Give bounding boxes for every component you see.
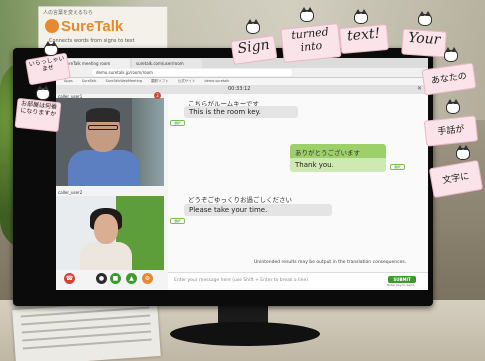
bookmark-item[interactable]: 翻訳ソフト bbox=[151, 79, 169, 84]
message-1-en: This is the room key. bbox=[184, 106, 298, 118]
cat-sticker-icon bbox=[44, 41, 58, 56]
share-icon[interactable]: ▲ bbox=[126, 273, 137, 284]
bookmark-item[interactable]: SureTalkWebMeeting bbox=[106, 79, 142, 83]
cat-sticker-icon bbox=[246, 19, 260, 34]
call-controls: ☎ ● ■ ▲ ⚙ bbox=[62, 272, 162, 286]
url-field[interactable]: demo.suretalk.jp/room/room bbox=[92, 69, 292, 76]
logo-icon bbox=[45, 19, 59, 33]
address-bar: demo.suretalk.jp/room/room bbox=[56, 68, 428, 78]
sticky-note-room: お部屋は何番になりますか bbox=[14, 97, 62, 133]
app-header: 00:33:12 ✕ bbox=[56, 85, 428, 94]
bookmark-item[interactable]: Apps bbox=[64, 79, 73, 83]
sign-subtitle: Connects words from signs to text bbox=[49, 38, 135, 44]
paper-sheet bbox=[12, 300, 161, 361]
cat-sticker-icon bbox=[418, 11, 432, 26]
translate-button[interactable]: 翻訳 bbox=[170, 120, 185, 126]
call-timer: 00:33:12 bbox=[228, 86, 251, 92]
message-input-area: Enter your message here (use Shift + Ent… bbox=[168, 272, 428, 288]
person-face bbox=[94, 214, 118, 244]
message-input[interactable]: Enter your message here (use Shift + Ent… bbox=[174, 278, 308, 283]
sticky-note-shuwa: 手話が bbox=[423, 115, 479, 147]
cat-sticker-icon bbox=[36, 85, 50, 100]
notification-badge: 2 bbox=[154, 92, 161, 99]
sticky-note-text: text! bbox=[338, 23, 390, 55]
tab-secondary[interactable]: suretalk.com/user/room bbox=[132, 59, 202, 68]
person-body bbox=[80, 242, 132, 270]
submit-button[interactable]: SUBMIT bbox=[388, 276, 416, 283]
message-2-en: Thank you. bbox=[290, 158, 386, 172]
sticky-note-your: Your bbox=[401, 28, 447, 58]
cat-sticker-icon bbox=[300, 7, 314, 22]
translate-button[interactable]: 翻訳 bbox=[390, 164, 405, 170]
bookmark-item[interactable]: demo.suretalk bbox=[204, 79, 229, 83]
enter-to-send-checkbox[interactable]: Enter key to Send bbox=[387, 283, 414, 287]
sign-logo: SureTalk bbox=[61, 18, 124, 35]
video-tile-caller1 bbox=[56, 98, 164, 186]
cat-sticker-icon bbox=[446, 99, 460, 114]
person-hair bbox=[86, 108, 120, 122]
cat-sticker-icon bbox=[354, 9, 368, 24]
translate-button[interactable]: 翻訳 bbox=[170, 218, 185, 224]
monitor-stand-base bbox=[170, 322, 320, 346]
bookmarks-bar: Apps SureTalk SureTalkWebMeeting 翻訳ソフト 公… bbox=[56, 78, 428, 85]
cat-sticker-icon bbox=[444, 47, 458, 62]
microphone-icon[interactable]: ● bbox=[96, 273, 107, 284]
person-glasses bbox=[88, 125, 118, 130]
chat-panel: こちらがルームキーです This is the room key. 翻訳 ありが… bbox=[168, 94, 428, 290]
tab-active[interactable]: SureTalk meeting room bbox=[60, 59, 130, 68]
camera-icon[interactable]: ■ bbox=[110, 273, 121, 284]
sign-top-text: 人の言葉を変えるなら bbox=[43, 10, 93, 16]
caller2-label: caller_user2 bbox=[58, 190, 83, 195]
close-icon[interactable]: ✕ bbox=[417, 85, 422, 92]
video-tile-caller2 bbox=[56, 196, 164, 270]
sticky-note-turned-into: turned into bbox=[280, 23, 342, 63]
message-3-en: Please take your time. bbox=[184, 204, 332, 216]
caller1-label: caller_user1 bbox=[58, 94, 83, 99]
monitor-screen: SureTalk meeting room suretalk.com/user/… bbox=[56, 58, 428, 290]
sticky-note-moji: 文字に bbox=[428, 159, 484, 199]
hangup-icon[interactable]: ☎ bbox=[64, 273, 75, 284]
person-shirt bbox=[68, 150, 140, 186]
cat-sticker-icon bbox=[456, 145, 470, 160]
message-3-jp: どうぞごゆっくりお過ごしください bbox=[188, 196, 292, 204]
settings-icon[interactable]: ⚙ bbox=[142, 273, 153, 284]
bookmark-item[interactable]: SureTalk bbox=[82, 79, 97, 83]
photo-scene: 人の言葉を変えるなら SureTalk Connects words from … bbox=[0, 0, 485, 361]
translation-warning: Unintended results may be output in the … bbox=[254, 260, 407, 265]
bookmark-item[interactable]: 公式サイト bbox=[178, 79, 196, 84]
